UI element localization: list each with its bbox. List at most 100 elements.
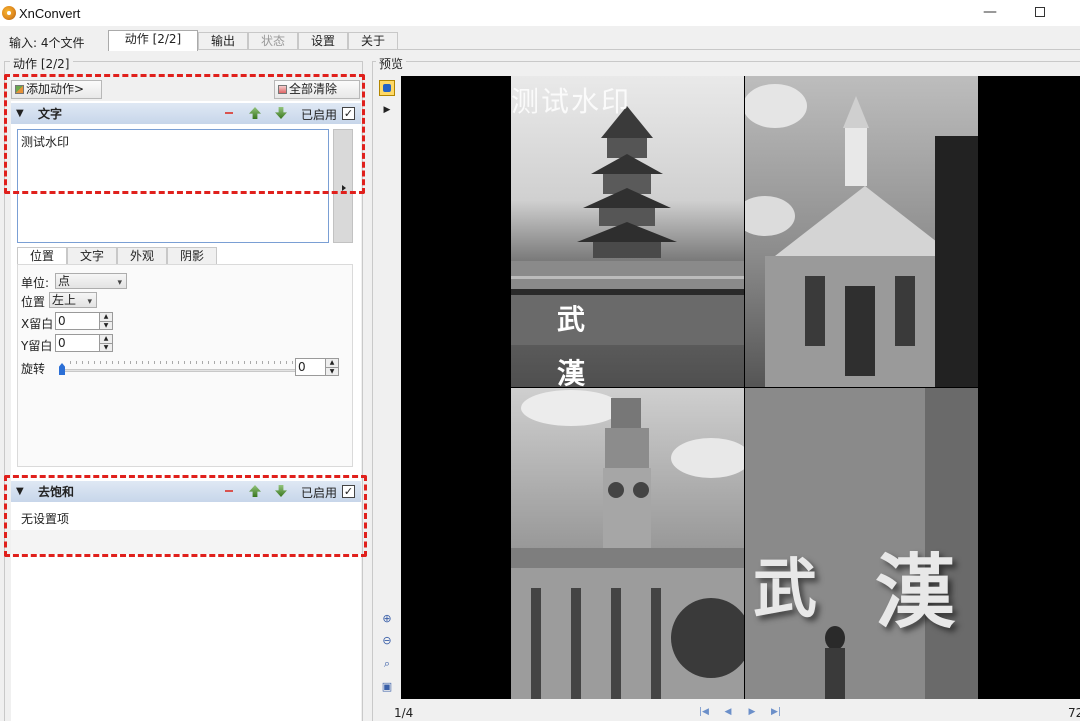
- add-action-icon: [15, 85, 24, 94]
- spin-up-icon[interactable]: ▲: [326, 359, 338, 367]
- actions-group-caption: 动作 [2/2]: [10, 55, 73, 72]
- unit-select-value: 点: [58, 274, 71, 288]
- add-action-button[interactable]: 添加动作>: [11, 80, 102, 99]
- preview-image: 武 漢 武 漢: [511, 76, 978, 699]
- desaturate-action-title: 去饱和: [38, 485, 75, 499]
- x-margin-stepper[interactable]: 0 ▲ ▼: [55, 312, 113, 330]
- enabled-label: 已启用: [301, 486, 338, 500]
- spin-up-icon[interactable]: ▲: [100, 313, 112, 321]
- rotate-slider[interactable]: [64, 369, 300, 372]
- zoom-actual-icon[interactable]: ⌕: [379, 656, 395, 672]
- desaturate-settings-area: [11, 530, 361, 554]
- x-margin-value: 0: [58, 314, 66, 328]
- title-bar: XnConvert —: [0, 0, 1080, 26]
- move-down-icon[interactable]: [275, 107, 287, 119]
- preview-caption: 预览: [376, 55, 407, 72]
- spin-down-icon[interactable]: ▼: [326, 367, 338, 375]
- previous-page-icon[interactable]: ◀: [722, 707, 734, 717]
- preview-status-bar: 1/4 |◀ ◀ ▶ ▶| 72: [372, 703, 1080, 721]
- church-illustration: [745, 84, 978, 387]
- position-select-value: 左上: [52, 293, 77, 307]
- position-label: 位置: [21, 295, 46, 309]
- tab-strip-divider: [108, 49, 1080, 50]
- wall-photo: 武 漢: [745, 388, 978, 699]
- actions-list: ▼ 文字 已启用 ✓ 测试水印 位置 文字 外观 阴影 单位: 点 ▾ 位置 左…: [11, 101, 361, 721]
- y-margin-stepper[interactable]: 0 ▲ ▼: [55, 334, 113, 352]
- clock-tower-photo: [511, 388, 744, 699]
- text-options-button[interactable]: [333, 129, 353, 243]
- text-action-header[interactable]: ▼ 文字 已启用 ✓: [11, 103, 361, 124]
- rotate-value: 0: [298, 360, 306, 374]
- move-up-icon[interactable]: [249, 485, 261, 497]
- watermark-preview-text: 测试水印: [511, 85, 632, 118]
- page-counter: 1/4: [394, 706, 414, 720]
- remove-action-icon[interactable]: [223, 107, 235, 119]
- clock-tower-illustration: [511, 390, 744, 699]
- play-arrow-icon[interactable]: ▶: [379, 102, 395, 118]
- enabled-checkbox[interactable]: ✓: [342, 107, 355, 120]
- maximize-icon: [1035, 7, 1045, 17]
- add-action-label: 添加动作>: [26, 82, 85, 96]
- unit-label: 单位:: [21, 276, 50, 290]
- collapse-arrow-icon[interactable]: ▼: [16, 108, 30, 119]
- photo-text-wu: 武: [557, 303, 586, 336]
- rotate-slider-handle[interactable]: [59, 363, 65, 375]
- clear-all-icon: [278, 85, 287, 94]
- spin-up-icon[interactable]: ▲: [100, 335, 112, 343]
- pagoda-photo: 武 漢: [511, 76, 744, 387]
- main-tab-strip: 输入: 4个文件 动作 [2/2] 输出 状态 设置 关于: [0, 26, 1080, 51]
- tab-about[interactable]: 关于: [348, 32, 398, 50]
- tab-output[interactable]: 输出: [198, 32, 248, 50]
- window-title: XnConvert: [19, 5, 81, 21]
- subtab-appearance[interactable]: 外观: [117, 247, 167, 265]
- first-page-icon[interactable]: |◀: [698, 707, 710, 717]
- chevron-down-icon: ▾: [87, 297, 92, 307]
- tab-status: 状态: [248, 32, 298, 50]
- zoom-in-icon[interactable]: ⊕: [379, 611, 395, 627]
- rotate-slider-ticks: [70, 361, 306, 364]
- enabled-checkbox[interactable]: ✓: [342, 485, 355, 498]
- preview-mode-icon[interactable]: [379, 80, 395, 96]
- church-photo: [745, 76, 978, 387]
- minimize-button[interactable]: —: [980, 3, 1000, 21]
- clear-all-button[interactable]: 全部清除: [274, 80, 360, 99]
- unit-select[interactable]: 点 ▾: [55, 273, 127, 289]
- y-margin-value: 0: [58, 336, 66, 350]
- chevron-down-icon: ▾: [117, 278, 122, 288]
- zoom-level: 72: [1068, 706, 1080, 720]
- collapse-arrow-icon[interactable]: ▼: [16, 486, 30, 497]
- rotate-stepper[interactable]: 0 ▲ ▼: [295, 358, 339, 376]
- tab-actions[interactable]: 动作 [2/2]: [108, 30, 198, 51]
- position-settings-panel: 单位: 点 ▾ 位置 左上 ▾ X留白 0 ▲ ▼ Y留白 0 ▲ ▼ 旋转 0 ▲…: [17, 264, 353, 467]
- remove-action-icon[interactable]: [223, 485, 235, 497]
- pagoda-illustration: [511, 106, 744, 345]
- maximize-button[interactable]: [1030, 3, 1050, 21]
- y-margin-label: Y留白: [21, 339, 53, 353]
- fit-window-icon[interactable]: ▣: [379, 679, 395, 695]
- no-settings-text: 无设置项: [21, 512, 70, 526]
- rotate-label: 旋转: [21, 362, 46, 376]
- subtab-text[interactable]: 文字: [67, 247, 117, 265]
- wall-text-han: 漢: [875, 545, 955, 639]
- spin-down-icon[interactable]: ▼: [100, 321, 112, 329]
- x-margin-label: X留白: [21, 317, 54, 331]
- desaturate-action-header[interactable]: ▼ 去饱和 已启用 ✓: [11, 481, 361, 502]
- move-down-icon[interactable]: [275, 485, 287, 497]
- text-action-title: 文字: [38, 107, 63, 121]
- preview-canvas[interactable]: 武 漢 武 漢 测试水印: [401, 76, 1080, 699]
- watermark-text-input[interactable]: 测试水印: [17, 129, 329, 243]
- last-page-icon[interactable]: ▶|: [770, 707, 782, 717]
- move-up-icon[interactable]: [249, 107, 261, 119]
- photo-text-han: 漢: [557, 357, 586, 387]
- xnconvert-logo-icon: [2, 6, 16, 20]
- clear-all-label: 全部清除: [289, 82, 338, 96]
- subtab-shadow[interactable]: 阴影: [167, 247, 217, 265]
- spin-down-icon[interactable]: ▼: [100, 343, 112, 351]
- wall-text-wu: 武: [753, 552, 817, 627]
- position-select[interactable]: 左上 ▾: [49, 292, 97, 308]
- zoom-out-icon[interactable]: ⊖: [379, 633, 395, 649]
- next-page-icon[interactable]: ▶: [746, 707, 758, 717]
- tab-input[interactable]: 输入: 4个文件: [9, 34, 85, 51]
- enabled-label: 已启用: [301, 108, 338, 122]
- tab-settings[interactable]: 设置: [298, 32, 348, 50]
